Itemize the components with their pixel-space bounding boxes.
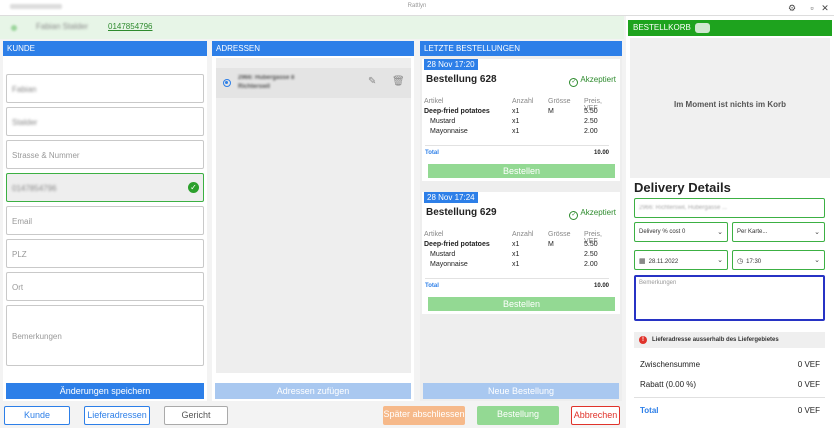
cart-empty-text: Im Moment ist nichts im Korb: [673, 100, 786, 109]
cart-panel: BESTELLKORB Im Moment ist nichts im Korb…: [626, 16, 834, 428]
close-icon[interactable]: ✕: [819, 2, 831, 14]
first-name-field[interactable]: Fabian: [6, 74, 204, 103]
ort-field[interactable]: Ort: [6, 272, 204, 301]
save-changes-button[interactable]: Änderungen speichern: [6, 383, 204, 399]
status-dot-icon: [11, 25, 17, 31]
table-header-row: Artikel Anzahl Grösse Preis, VEF: [424, 231, 602, 245]
kunde-header: KUNDE: [3, 41, 207, 56]
order-total: Total 10.00: [425, 145, 609, 156]
order-card: 28 Nov 17:24 Bestellung 629 ✓ Akzeptiert …: [422, 192, 620, 314]
order-title: Bestellung 629: [426, 207, 497, 218]
customer-name: Fabian Stalder: [36, 22, 89, 31]
check-circle-icon: ✓: [569, 78, 579, 87]
add-address-button[interactable]: Adressen zufügen: [215, 383, 411, 399]
chevron-down-icon: ⌄: [814, 229, 820, 236]
table-row: Mustard x1 2.50: [430, 251, 598, 258]
order-total: Total 10.00: [425, 278, 609, 289]
cart-empty-area: Im Moment ist nichts im Korb: [630, 38, 830, 178]
address-text: 2966: Hubergasse 8 Richterswil: [238, 75, 295, 90]
table-header-row: Artikel Anzahl Grösse Preis, VEF: [424, 98, 602, 112]
window-restore-icon[interactable]: ▫: [806, 2, 818, 14]
payment-select[interactable]: Per Karte... ⌄: [732, 222, 825, 242]
phone-field[interactable]: 0147854796 ✓: [6, 173, 204, 202]
calendar-icon: ▦: [639, 258, 646, 265]
check-icon: ✓: [188, 182, 199, 193]
window-titlebar: Rattlyn ⚙ ▫ ✕: [0, 0, 834, 16]
customer-info-bar: Fabian Stalder 0147854796: [0, 16, 624, 39]
customer-phone-link[interactable]: 0147854796: [108, 22, 153, 31]
later-button[interactable]: Später abschliessen: [383, 406, 465, 425]
table-row: Deep-fried potatoes x1 M 5.50: [424, 108, 598, 115]
order-date-badge: 28 Nov 17:24: [424, 192, 478, 203]
orders-header: LETZTE BESTELLUNGEN: [420, 41, 622, 56]
address-list: [216, 58, 411, 373]
address-radio[interactable]: [223, 79, 231, 87]
check-circle-icon: ✓: [569, 211, 579, 220]
subtotal-row: Zwischensumme 0 VEF: [640, 360, 820, 369]
cart-header: BESTELLKORB: [628, 20, 832, 36]
street-field[interactable]: Strasse & Nummer: [6, 140, 204, 169]
warning-icon: !: [639, 336, 647, 344]
order-date-badge: 28 Nov 17:20: [424, 59, 478, 70]
table-row: Mayonnaise x1 2.00: [430, 128, 598, 135]
order-items-table: Artikel Anzahl Grösse Preis, VEF Deep-fried…: [424, 98, 602, 138]
email-field[interactable]: Email: [6, 206, 204, 235]
order-title: Bestellung 628: [426, 74, 497, 85]
delivery-address-field[interactable]: 2966: Richterswil, Hubergasse ...: [634, 198, 825, 218]
clock-icon: ◷: [737, 258, 744, 265]
tab-lieferadressen[interactable]: Lieferadressen: [84, 406, 150, 425]
chevron-down-icon: ⌄: [717, 229, 723, 236]
chevron-down-icon: ⌄: [717, 257, 723, 264]
total-row: Total 0 VEF: [640, 406, 820, 415]
cancel-button[interactable]: Abbrechen: [571, 406, 620, 425]
order-button[interactable]: Bestellung: [477, 406, 559, 425]
order-status: ✓ Akzeptiert: [569, 75, 616, 87]
adressen-header: ADRESSEN: [212, 41, 414, 56]
date-picker[interactable]: ▦ 28.11.2022 ⌄: [634, 250, 728, 270]
tab-kunde[interactable]: Kunde: [4, 406, 70, 425]
order-card: 28 Nov 17:20 Bestellung 628 ✓ Akzeptiert …: [422, 59, 620, 181]
table-row: Mayonnaise x1 2.00: [430, 261, 598, 268]
time-picker[interactable]: ◷ 17:30 ⌄: [732, 250, 825, 270]
pencil-icon[interactable]: ✎: [368, 76, 376, 87]
cart-count-badge: [695, 23, 710, 33]
plz-field[interactable]: PLZ: [6, 239, 204, 268]
tab-gericht[interactable]: Gericht: [164, 406, 228, 425]
last-name-field[interactable]: Stalder: [6, 107, 204, 136]
table-row: Mustard x1 2.50: [430, 118, 598, 125]
delivery-warning: ! Lieferadresse ausserhalb des Liefergeb…: [634, 332, 825, 348]
trash-icon[interactable]: 🗑: [392, 76, 405, 87]
cart-notes-field[interactable]: Bemerkungen: [634, 275, 825, 321]
new-order-button[interactable]: Neue Bestellung: [423, 383, 619, 399]
delivery-details-title: Delivery Details: [634, 180, 731, 195]
window-title: Rattlyn: [407, 3, 427, 9]
address-item[interactable]: 2966: Hubergasse 8 Richterswil ✎ 🗑: [216, 68, 411, 98]
delivery-type-select[interactable]: Delivery % cost 0 ⌄: [634, 222, 728, 242]
reorder-button[interactable]: Bestellen: [428, 297, 615, 311]
discount-row: Rabatt (0.00 %) 0 VEF: [640, 380, 820, 389]
table-row: Deep-fried potatoes x1 M 5.50: [424, 241, 598, 248]
order-status: ✓ Akzeptiert: [569, 208, 616, 220]
chevron-down-icon: ⌄: [814, 257, 820, 264]
reorder-button[interactable]: Bestellen: [428, 164, 615, 178]
order-items-table: Artikel Anzahl Grösse Preis, VEF Deep-fried…: [424, 231, 602, 271]
divider: [634, 397, 825, 398]
kunde-notes-field[interactable]: Bemerkungen: [6, 305, 204, 366]
gear-icon[interactable]: ⚙: [786, 2, 798, 14]
